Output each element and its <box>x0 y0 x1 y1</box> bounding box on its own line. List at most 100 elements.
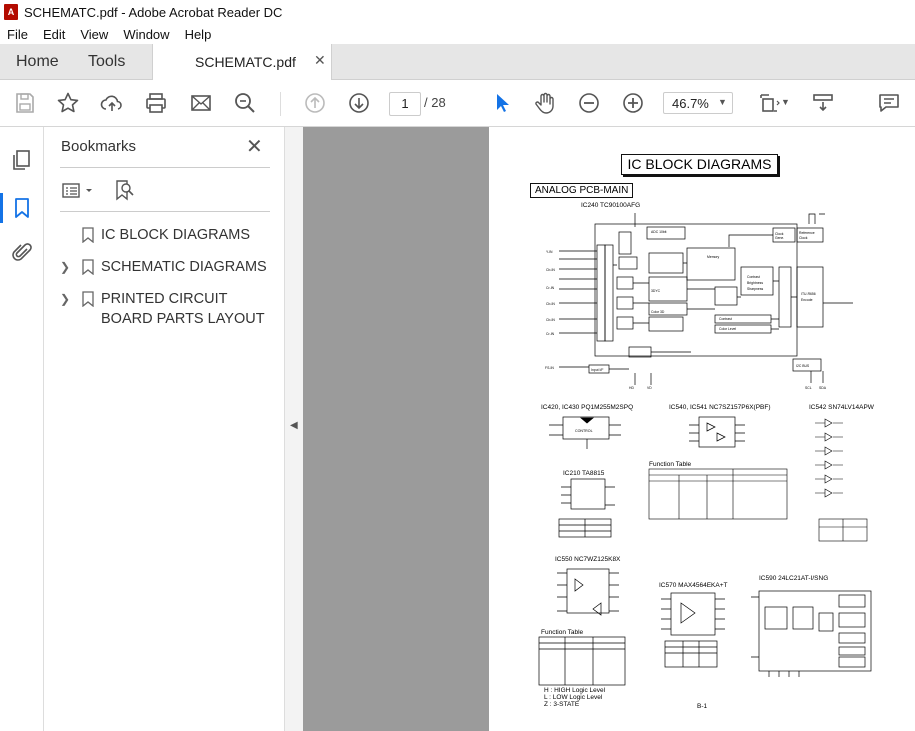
mail-icon[interactable] <box>188 90 214 116</box>
attachment-icon[interactable] <box>10 241 34 265</box>
bookmark-label: SCHEMATIC DIAGRAMS <box>101 259 267 275</box>
svg-text:Sharpness: Sharpness <box>747 287 764 291</box>
print-icon[interactable] <box>143 90 169 116</box>
menu-view[interactable]: View <box>73 27 116 42</box>
svg-text:Cr-IN: Cr-IN <box>546 286 555 290</box>
menu-edit[interactable]: Edit <box>36 27 73 42</box>
svg-text:Y-IN: Y-IN <box>546 250 553 254</box>
bookmarks-title: Bookmarks <box>61 138 137 155</box>
legend-line: Z : 3-STATE <box>544 701 580 708</box>
zoom-in-icon[interactable] <box>620 90 646 116</box>
window-title: SCHEMATC.pdf - Adobe Acrobat Reader DC <box>24 4 283 20</box>
bookmark-options-button[interactable] <box>62 181 102 201</box>
chevron-down-icon[interactable]: ▼ <box>718 97 727 107</box>
expand-chevron-icon[interactable]: ❯ <box>60 289 70 309</box>
hand-tool-icon[interactable] <box>532 90 558 116</box>
document-view[interactable]: IC BLOCK DIAGRAMS ANALOG PCB-MAIN IC240 … <box>303 127 915 731</box>
svg-text:Brightness: Brightness <box>747 281 763 285</box>
page-number-input[interactable]: 1 <box>389 92 421 116</box>
active-rail-indicator <box>0 193 3 223</box>
zoom-search-icon[interactable] <box>232 90 258 116</box>
panel-divider <box>60 167 270 168</box>
select-cursor-icon[interactable] <box>489 90 515 116</box>
ic-caption: IC542 SN74LV14APW <box>809 404 874 411</box>
svg-text:Cb-IN: Cb-IN <box>546 302 555 306</box>
bookmark-icon[interactable] <box>10 196 34 220</box>
page-thumbnails-icon[interactable] <box>10 148 34 172</box>
bookmarks-panel: Bookmarks ✕ IC BLOCK DIAGRAMS ❯ SCHEMATI… <box>44 127 283 731</box>
svg-text:Input I/F: Input I/F <box>591 368 603 372</box>
upload-cloud-icon[interactable] <box>99 90 125 116</box>
page-total: / 28 <box>424 95 446 110</box>
svg-text:Contrast: Contrast <box>719 317 732 321</box>
bookmark-flag-icon <box>82 259 94 275</box>
ic-caption: IC590 24LC21AT-I/SNG <box>759 575 829 582</box>
function-table-label: Function Table <box>649 461 692 468</box>
zoom-out-icon[interactable] <box>576 90 602 116</box>
tab-document[interactable]: SCHEMATC.pdf ✕ <box>152 44 332 80</box>
svg-text:Clock: Clock <box>799 236 808 240</box>
acrobat-icon: A <box>4 4 18 20</box>
tab-bar: Home Tools SCHEMATC.pdf ✕ <box>0 44 915 80</box>
svg-text:I2C BUS: I2C BUS <box>796 364 810 368</box>
bookmark-label: PRINTED CIRCUIT BOARD PARTS LAYOUT <box>101 291 265 327</box>
svg-text:Color 3D: Color 3D <box>651 310 665 314</box>
expand-chevron-icon[interactable]: ❯ <box>60 257 70 277</box>
menu-file[interactable]: File <box>0 27 36 42</box>
svg-text:FS-IN: FS-IN <box>545 366 554 370</box>
next-page-icon[interactable] <box>346 90 372 116</box>
previous-page-icon[interactable] <box>302 90 328 116</box>
svg-text:Cb-IN: Cb-IN <box>546 318 555 322</box>
ic-caption: IC540, IC541 NC7SZ157P6X(PBF) <box>669 404 771 411</box>
left-rail <box>0 127 44 731</box>
ic-caption: IC420, IC430 PQ1M255M2SPQ <box>541 404 634 411</box>
menu-bar: File Edit View Window Help <box>0 24 915 44</box>
legend-line: L : LOW Logic Level <box>544 694 603 701</box>
svg-text:ITU-R656: ITU-R656 <box>801 292 816 296</box>
ic-caption: IC550 NC7WZ125K8X <box>555 556 621 563</box>
scroll-mode-icon[interactable] <box>810 90 836 116</box>
svg-text:VD: VD <box>647 386 652 390</box>
svg-text:Cr-IN: Cr-IN <box>546 332 555 336</box>
bookmark-label: IC BLOCK DIAGRAMS <box>101 227 251 243</box>
tab-document-label: SCHEMATC.pdf <box>195 54 296 70</box>
svg-text:Gene.: Gene. <box>775 236 784 240</box>
bookmark-flag-icon <box>82 291 94 307</box>
control-label: CONTROL <box>575 429 593 433</box>
panel-divider <box>60 211 270 212</box>
pdf-page: IC BLOCK DIAGRAMS ANALOG PCB-MAIN IC240 … <box>489 127 915 731</box>
save-icon[interactable] <box>12 90 38 116</box>
ic-caption: IC570 MAX4564EKA+T <box>659 582 728 589</box>
svg-text:3DYC: 3DYC <box>651 289 661 293</box>
toolbar: 1 / 28 46.7% ▼ ▼ <box>0 80 915 127</box>
svg-text:Color Level: Color Level <box>719 327 736 331</box>
svg-text:Reference: Reference <box>799 231 815 235</box>
fit-page-chevron-icon[interactable]: ▼ <box>781 97 790 107</box>
star-icon[interactable] <box>55 90 81 116</box>
svg-text:HD: HD <box>629 386 634 390</box>
legend-line: H : HIGH Logic Level <box>544 687 606 694</box>
find-bookmark-icon[interactable] <box>114 179 136 201</box>
panel-splitter[interactable]: ◀ <box>284 127 303 731</box>
ic-caption: IC210 TA8815 <box>563 470 605 477</box>
svg-text:Encode: Encode <box>801 298 813 302</box>
page-number: B-1 <box>697 703 708 710</box>
svg-text:Cb-IN: Cb-IN <box>546 268 555 272</box>
comment-icon[interactable] <box>876 90 902 116</box>
menu-help[interactable]: Help <box>178 27 220 42</box>
title-bar: A SCHEMATC.pdf - Adobe Acrobat Reader DC <box>0 0 915 24</box>
fit-page-icon[interactable] <box>756 90 782 116</box>
tab-home[interactable]: Home <box>16 53 59 71</box>
tab-tools[interactable]: Tools <box>88 53 125 71</box>
close-tab-icon[interactable]: ✕ <box>314 52 326 69</box>
menu-window[interactable]: Window <box>116 27 177 42</box>
bookmark-flag-icon <box>82 227 94 243</box>
collapse-panel-icon[interactable]: ◀ <box>290 420 298 431</box>
toolbar-divider <box>280 92 281 116</box>
svg-text:ADC 10bit: ADC 10bit <box>651 230 667 234</box>
svg-text:SCL: SCL <box>805 386 812 390</box>
svg-text:Memory: Memory <box>707 255 720 259</box>
close-panel-icon[interactable]: ✕ <box>246 134 263 159</box>
function-table-label: Function Table <box>541 629 584 636</box>
svg-text:Contrast: Contrast <box>747 275 760 279</box>
